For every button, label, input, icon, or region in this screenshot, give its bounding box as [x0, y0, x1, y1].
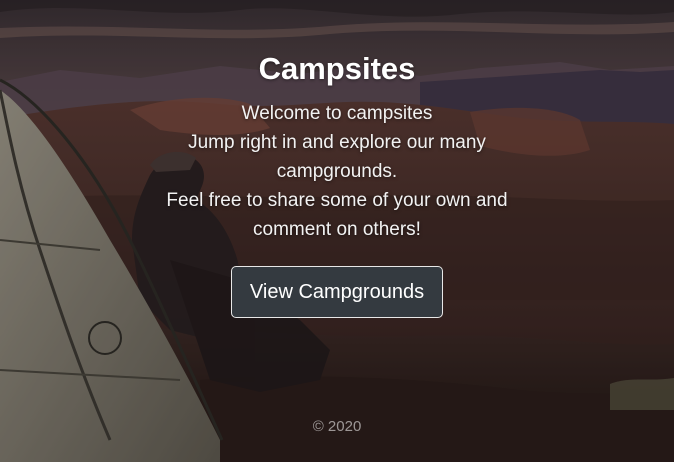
welcome-line: Welcome to campsites [241, 103, 433, 124]
share-line: Feel free to share some of your own and … [166, 190, 508, 240]
view-campgrounds-button[interactable]: View Campgrounds [230, 266, 444, 318]
explore-line: Jump right in and explore our many campg… [188, 132, 486, 182]
hero-description: Welcome to campsites Jump right in and e… [137, 99, 537, 244]
page-title: Campsites [258, 51, 416, 86]
footer-copyright: © 2020 [312, 418, 362, 435]
hero: Campsites Welcome to campsites Jump righ… [0, 0, 674, 462]
